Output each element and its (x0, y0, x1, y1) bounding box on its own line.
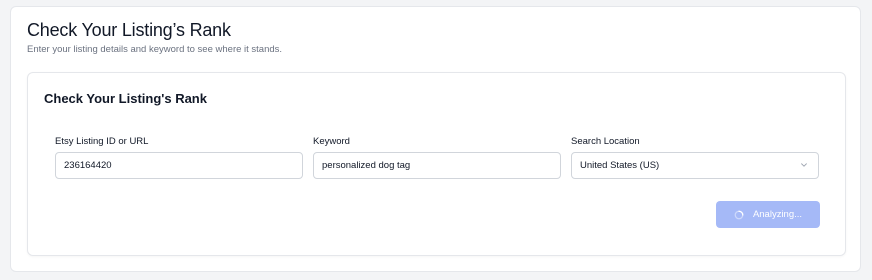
location-field: Search Location United States (US) (571, 136, 819, 179)
listing-input[interactable] (55, 152, 303, 179)
chevron-down-icon (801, 163, 807, 167)
page-subtitle: Enter your listing details and keyword t… (27, 44, 283, 55)
location-label: Search Location (571, 136, 640, 147)
page-title: Check Your Listing’s Rank (27, 20, 231, 40)
keyword-field: Keyword (313, 136, 561, 179)
form-title: Check Your Listing's Rank (44, 91, 207, 106)
analyze-button-label: Analyzing... (752, 209, 803, 220)
keyword-input[interactable] (313, 152, 561, 179)
rank-checker-panel: Check Your Listing’s Rank Enter your lis… (10, 6, 861, 272)
rank-check-form-card: Check Your Listing's Rank Etsy Listing I… (27, 72, 846, 256)
keyword-label: Keyword (313, 136, 350, 147)
spinner-icon (734, 210, 744, 219)
analyze-button[interactable]: Analyzing... (716, 201, 820, 228)
listing-label: Etsy Listing ID or URL (55, 136, 149, 147)
location-select[interactable]: United States (US) (571, 152, 819, 179)
listing-field: Etsy Listing ID or URL (55, 136, 303, 179)
location-selected-value: United States (US) (580, 160, 660, 171)
